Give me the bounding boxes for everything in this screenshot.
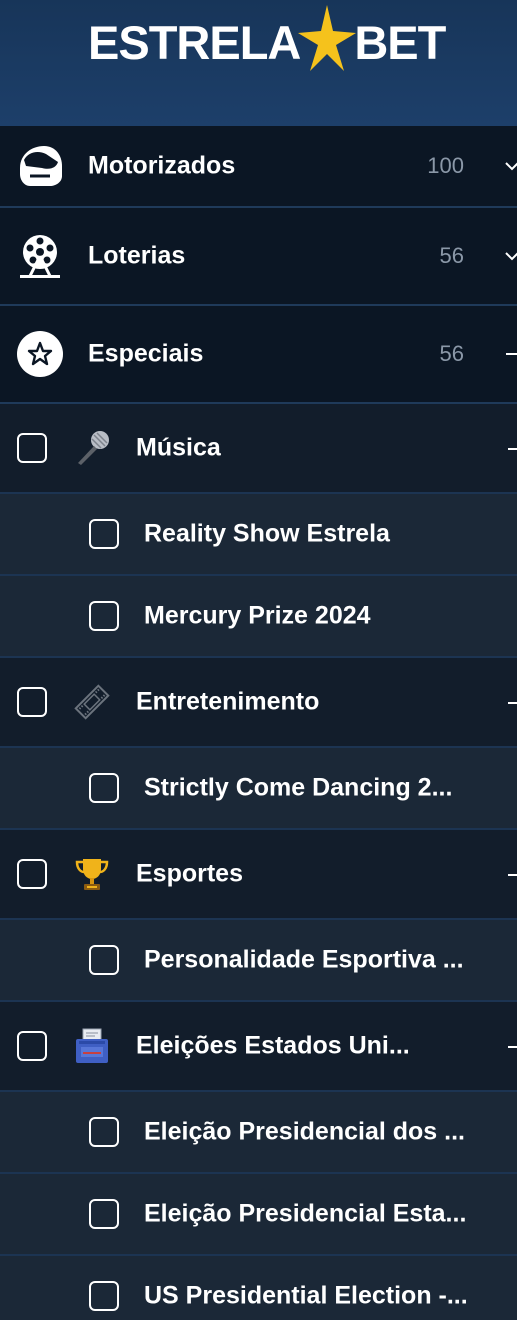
motorcycle-helmet-icon bbox=[20, 146, 62, 186]
event-checkbox[interactable] bbox=[89, 1117, 119, 1147]
event-checkbox[interactable] bbox=[89, 1281, 119, 1311]
collapse-icon[interactable] bbox=[508, 1046, 517, 1048]
collapse-icon[interactable] bbox=[508, 702, 517, 704]
collapse-icon[interactable] bbox=[508, 874, 517, 876]
category-especiais[interactable]: Especiais 56 bbox=[0, 306, 517, 404]
category-label: Loterias bbox=[88, 241, 186, 270]
event-item[interactable]: Personalidade Esportiva ... bbox=[0, 920, 517, 1002]
subcategory-label: Música bbox=[136, 433, 221, 462]
event-item[interactable]: Mercury Prize 2024 bbox=[0, 576, 517, 658]
category-count: 56 bbox=[439, 341, 464, 366]
brand-star-icon bbox=[298, 5, 357, 71]
event-label: Reality Show Estrela bbox=[144, 519, 390, 548]
chevron-down-icon[interactable] bbox=[505, 249, 517, 263]
subcategory-esportes[interactable]: Esportes bbox=[0, 830, 517, 920]
event-label: Personalidade Esportiva ... bbox=[144, 945, 464, 974]
subcategory-checkbox[interactable] bbox=[17, 687, 47, 717]
sports-menu-list: Motorizados 100 Loterias 56 Especiais 56… bbox=[0, 126, 517, 1320]
film-strip-icon bbox=[74, 684, 110, 720]
subcategory-eleicoes[interactable]: Eleições Estados Uni... bbox=[0, 1002, 517, 1092]
subcategory-label: Esportes bbox=[136, 859, 243, 888]
event-label: US Presidential Election -... bbox=[144, 1281, 468, 1310]
category-label: Motorizados bbox=[88, 151, 236, 180]
brand-logo[interactable]: ESTRELA BET bbox=[88, 5, 446, 74]
event-checkbox[interactable] bbox=[89, 1199, 119, 1229]
subcategory-entretenimento[interactable]: Entretenimento bbox=[0, 658, 517, 748]
subcategory-checkbox[interactable] bbox=[17, 1031, 47, 1061]
brand-logo-right: BET bbox=[354, 15, 446, 69]
subcategory-checkbox[interactable] bbox=[17, 859, 47, 889]
trophy-icon bbox=[75, 859, 109, 890]
subcategory-checkbox[interactable] bbox=[17, 433, 47, 463]
event-item[interactable]: Reality Show Estrela bbox=[0, 494, 517, 576]
event-label: Eleição Presidencial dos ... bbox=[144, 1117, 465, 1146]
collapse-icon[interactable] bbox=[505, 347, 517, 361]
collapse-icon[interactable] bbox=[508, 448, 517, 450]
event-item[interactable]: Eleição Presidencial dos ... bbox=[0, 1092, 517, 1174]
chevron-down-icon[interactable] bbox=[505, 159, 517, 173]
subcategory-musica[interactable]: Música bbox=[0, 404, 517, 494]
subcategory-label: Entretenimento bbox=[136, 687, 320, 716]
category-count: 56 bbox=[439, 243, 464, 268]
event-checkbox[interactable] bbox=[89, 945, 119, 975]
category-label: Especiais bbox=[88, 339, 204, 368]
category-count: 100 bbox=[427, 153, 464, 178]
event-item[interactable]: Eleição Presidencial Esta... bbox=[0, 1174, 517, 1256]
category-loterias[interactable]: Loterias 56 bbox=[0, 208, 517, 306]
lottery-wheel-icon bbox=[20, 235, 60, 278]
event-checkbox[interactable] bbox=[89, 519, 119, 549]
event-label: Mercury Prize 2024 bbox=[144, 601, 371, 630]
event-label: Eleição Presidencial Esta... bbox=[144, 1199, 467, 1228]
microphone-icon bbox=[78, 431, 109, 465]
subcategory-label: Eleições Estados Uni... bbox=[136, 1031, 410, 1060]
star-badge-icon bbox=[17, 331, 63, 377]
event-checkbox[interactable] bbox=[89, 601, 119, 631]
brand-logo-left: ESTRELA bbox=[88, 15, 301, 69]
event-item[interactable]: Strictly Come Dancing 2... bbox=[0, 748, 517, 830]
event-item[interactable]: US Presidential Election -... bbox=[0, 1256, 517, 1320]
app-header: ESTRELA BET bbox=[0, 0, 517, 126]
event-label: Strictly Come Dancing 2... bbox=[144, 773, 453, 802]
ballot-box-icon bbox=[76, 1028, 108, 1063]
event-checkbox[interactable] bbox=[89, 773, 119, 803]
category-motorizados[interactable]: Motorizados 100 bbox=[0, 126, 517, 208]
